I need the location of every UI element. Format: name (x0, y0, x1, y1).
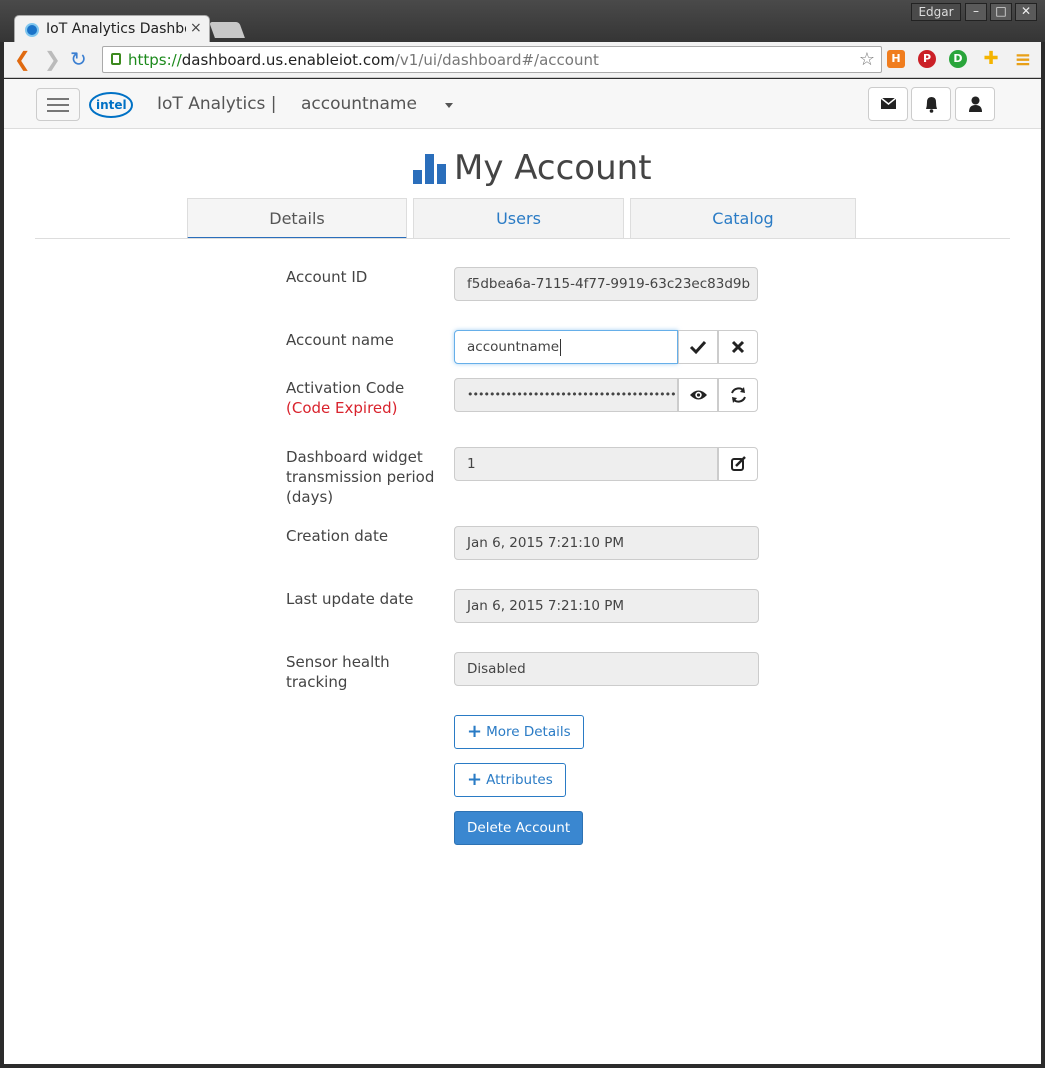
eye-icon (690, 390, 707, 400)
pinterest-icon[interactable]: P (918, 50, 936, 68)
show-code-button[interactable] (678, 378, 718, 412)
widget-period-label: Dashboard widget transmission period (da… (286, 448, 435, 506)
account-name-label: Account name (286, 331, 394, 349)
brand-title: IoT Analytics | (157, 94, 277, 114)
url-host: dashboard.us.enableiot.com (181, 51, 395, 69)
refresh-code-button[interactable] (718, 378, 758, 412)
checkmark-icon (689, 340, 707, 355)
creation-date-label: Creation date (286, 527, 389, 545)
attributes-label: Attributes (486, 772, 553, 788)
tab-catalog[interactable]: Catalog (630, 198, 856, 239)
minimize-button[interactable]: – (965, 3, 987, 21)
user-profile-button[interactable] (955, 87, 995, 121)
bar-chart-icon (413, 154, 447, 184)
activation-code-label: Activation Code (Code Expired) (286, 378, 404, 418)
envelope-icon (880, 97, 897, 109)
text-cursor (560, 338, 562, 356)
sensor-health-field: Disabled (454, 652, 759, 686)
confirm-button[interactable] (678, 330, 718, 364)
more-details-button[interactable]: + More Details (454, 715, 584, 749)
menu-icon[interactable]: ≡ (1014, 49, 1032, 69)
forward-icon[interactable]: ❯ (44, 48, 61, 70)
hamburger-menu-button[interactable] (36, 88, 80, 121)
bookmark-star-icon[interactable]: ☆ (859, 49, 875, 70)
account-name-value: accountname (467, 339, 560, 355)
url-path: /v1/ui/dashboard#/account (394, 51, 599, 69)
more-details-label: More Details (486, 724, 571, 740)
browser-titlebar: IoT Analytics Dashbo × Edgar – □ ✕ (0, 0, 1045, 43)
page: intel IoT Analytics | accountname My Acc… (4, 79, 1041, 1064)
tab-details[interactable]: Details (187, 198, 407, 239)
page-title: My Account (454, 148, 652, 188)
account-selector[interactable]: accountname (301, 94, 417, 114)
url-scheme: https:// (128, 51, 182, 69)
last-update-label: Last update date (286, 590, 414, 608)
widget-period-field: 1 (454, 447, 718, 481)
attributes-button[interactable]: + Attributes (454, 763, 566, 797)
edit-period-button[interactable] (718, 447, 758, 481)
activation-code-label-text: Activation Code (286, 379, 405, 397)
sensor-health-label: Sensor health tracking (286, 653, 390, 691)
alerts-button[interactable] (911, 87, 951, 121)
activation-code-field: •••••••••••••••••••••••••••••••••••••• (454, 378, 678, 412)
new-tab-button[interactable] (209, 22, 245, 38)
browser-window: IoT Analytics Dashbo × Edgar – □ ✕ ❮ ❯ ↻… (0, 0, 1045, 1068)
last-update-field: Jan 6, 2015 7:21:10 PM (454, 589, 759, 623)
chevron-down-icon[interactable] (445, 103, 453, 108)
profile-badge[interactable]: Edgar (911, 3, 961, 21)
code-expired-status: (Code Expired) (286, 399, 398, 417)
browser-toolbar: ❮ ❯ ↻ https://dashboard.us.enableiot.com… (4, 42, 1041, 78)
app-navbar: intel IoT Analytics | accountname (4, 79, 1041, 129)
tab-users[interactable]: Users (413, 198, 624, 239)
messages-button[interactable] (868, 87, 908, 121)
close-icon (731, 340, 745, 354)
lock-icon (111, 53, 121, 65)
tab-title: IoT Analytics Dashbo (46, 21, 186, 37)
plus-extension-icon[interactable]: ✚ (982, 50, 1000, 68)
bell-icon (926, 97, 937, 113)
plus-icon: + (467, 721, 483, 742)
intel-logo-icon: intel (89, 92, 133, 118)
browser-tab[interactable]: IoT Analytics Dashbo × (14, 15, 210, 43)
refresh-icon (731, 387, 746, 403)
favicon-icon (25, 23, 39, 37)
edit-icon (731, 456, 746, 471)
cancel-button[interactable] (718, 330, 758, 364)
account-id-label: Account ID (286, 268, 368, 286)
address-bar[interactable]: https://dashboard.us.enableiot.com/v1/ui… (102, 46, 882, 73)
intel-logo-text: intel (96, 98, 127, 112)
back-icon[interactable]: ❮ (14, 48, 31, 70)
maximize-button[interactable]: □ (990, 3, 1012, 21)
reload-icon[interactable]: ↻ (70, 48, 87, 70)
creation-date-field: Jan 6, 2015 7:21:10 PM (454, 526, 759, 560)
delete-account-button[interactable]: Delete Account (454, 811, 584, 845)
close-window-button[interactable]: ✕ (1015, 3, 1037, 21)
user-icon (969, 96, 982, 112)
url-text: https://dashboard.us.enableiot.com/v1/ui… (128, 51, 599, 69)
account-id-field: f5dbea6a-7115-4f77-9919-63c23ec83d9b (454, 267, 758, 301)
tabs-divider (35, 238, 1010, 239)
h-extension-icon[interactable]: H (887, 50, 905, 68)
id-extension-icon[interactable]: D (949, 50, 967, 68)
plus-icon: + (467, 769, 483, 790)
account-name-input[interactable]: accountname (454, 330, 678, 364)
tab-close-icon[interactable]: × (190, 20, 202, 36)
